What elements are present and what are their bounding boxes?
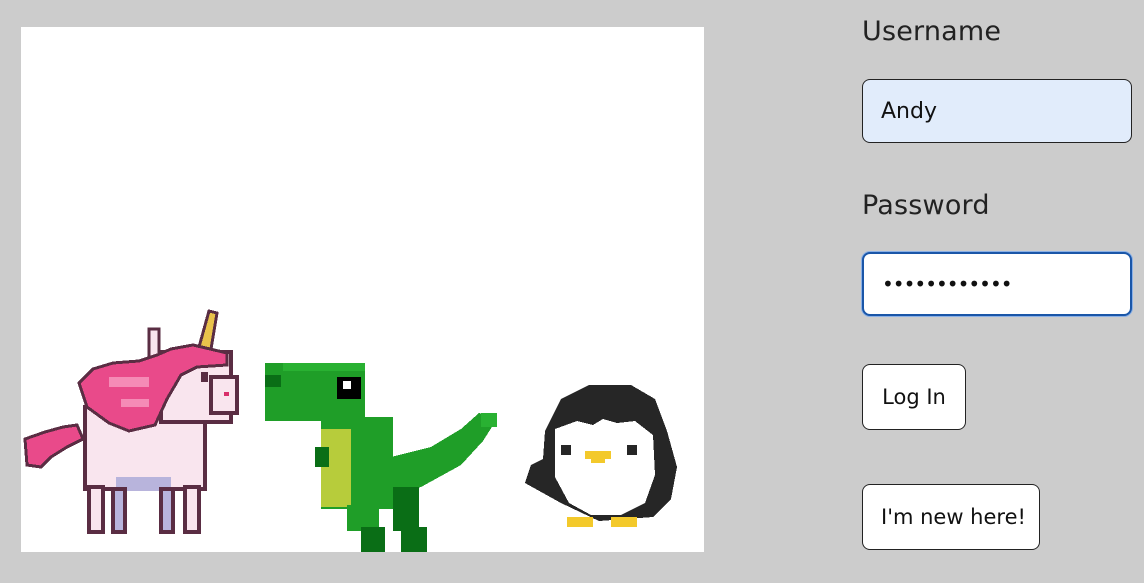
login-form: Username Password Log In I'm new here! bbox=[862, 0, 1144, 583]
username-input[interactable] bbox=[862, 79, 1132, 143]
unicorn-image bbox=[23, 309, 239, 534]
pixel-characters-image bbox=[23, 309, 677, 552]
password-input[interactable] bbox=[862, 252, 1132, 316]
username-label: Username bbox=[862, 16, 1002, 47]
dinosaur-image bbox=[265, 363, 497, 552]
password-label: Password bbox=[862, 190, 990, 221]
new-user-button[interactable]: I'm new here! bbox=[862, 484, 1040, 550]
log-in-button[interactable]: Log In bbox=[862, 364, 966, 430]
character-illustration bbox=[21, 27, 704, 552]
penguin-image bbox=[525, 385, 677, 527]
